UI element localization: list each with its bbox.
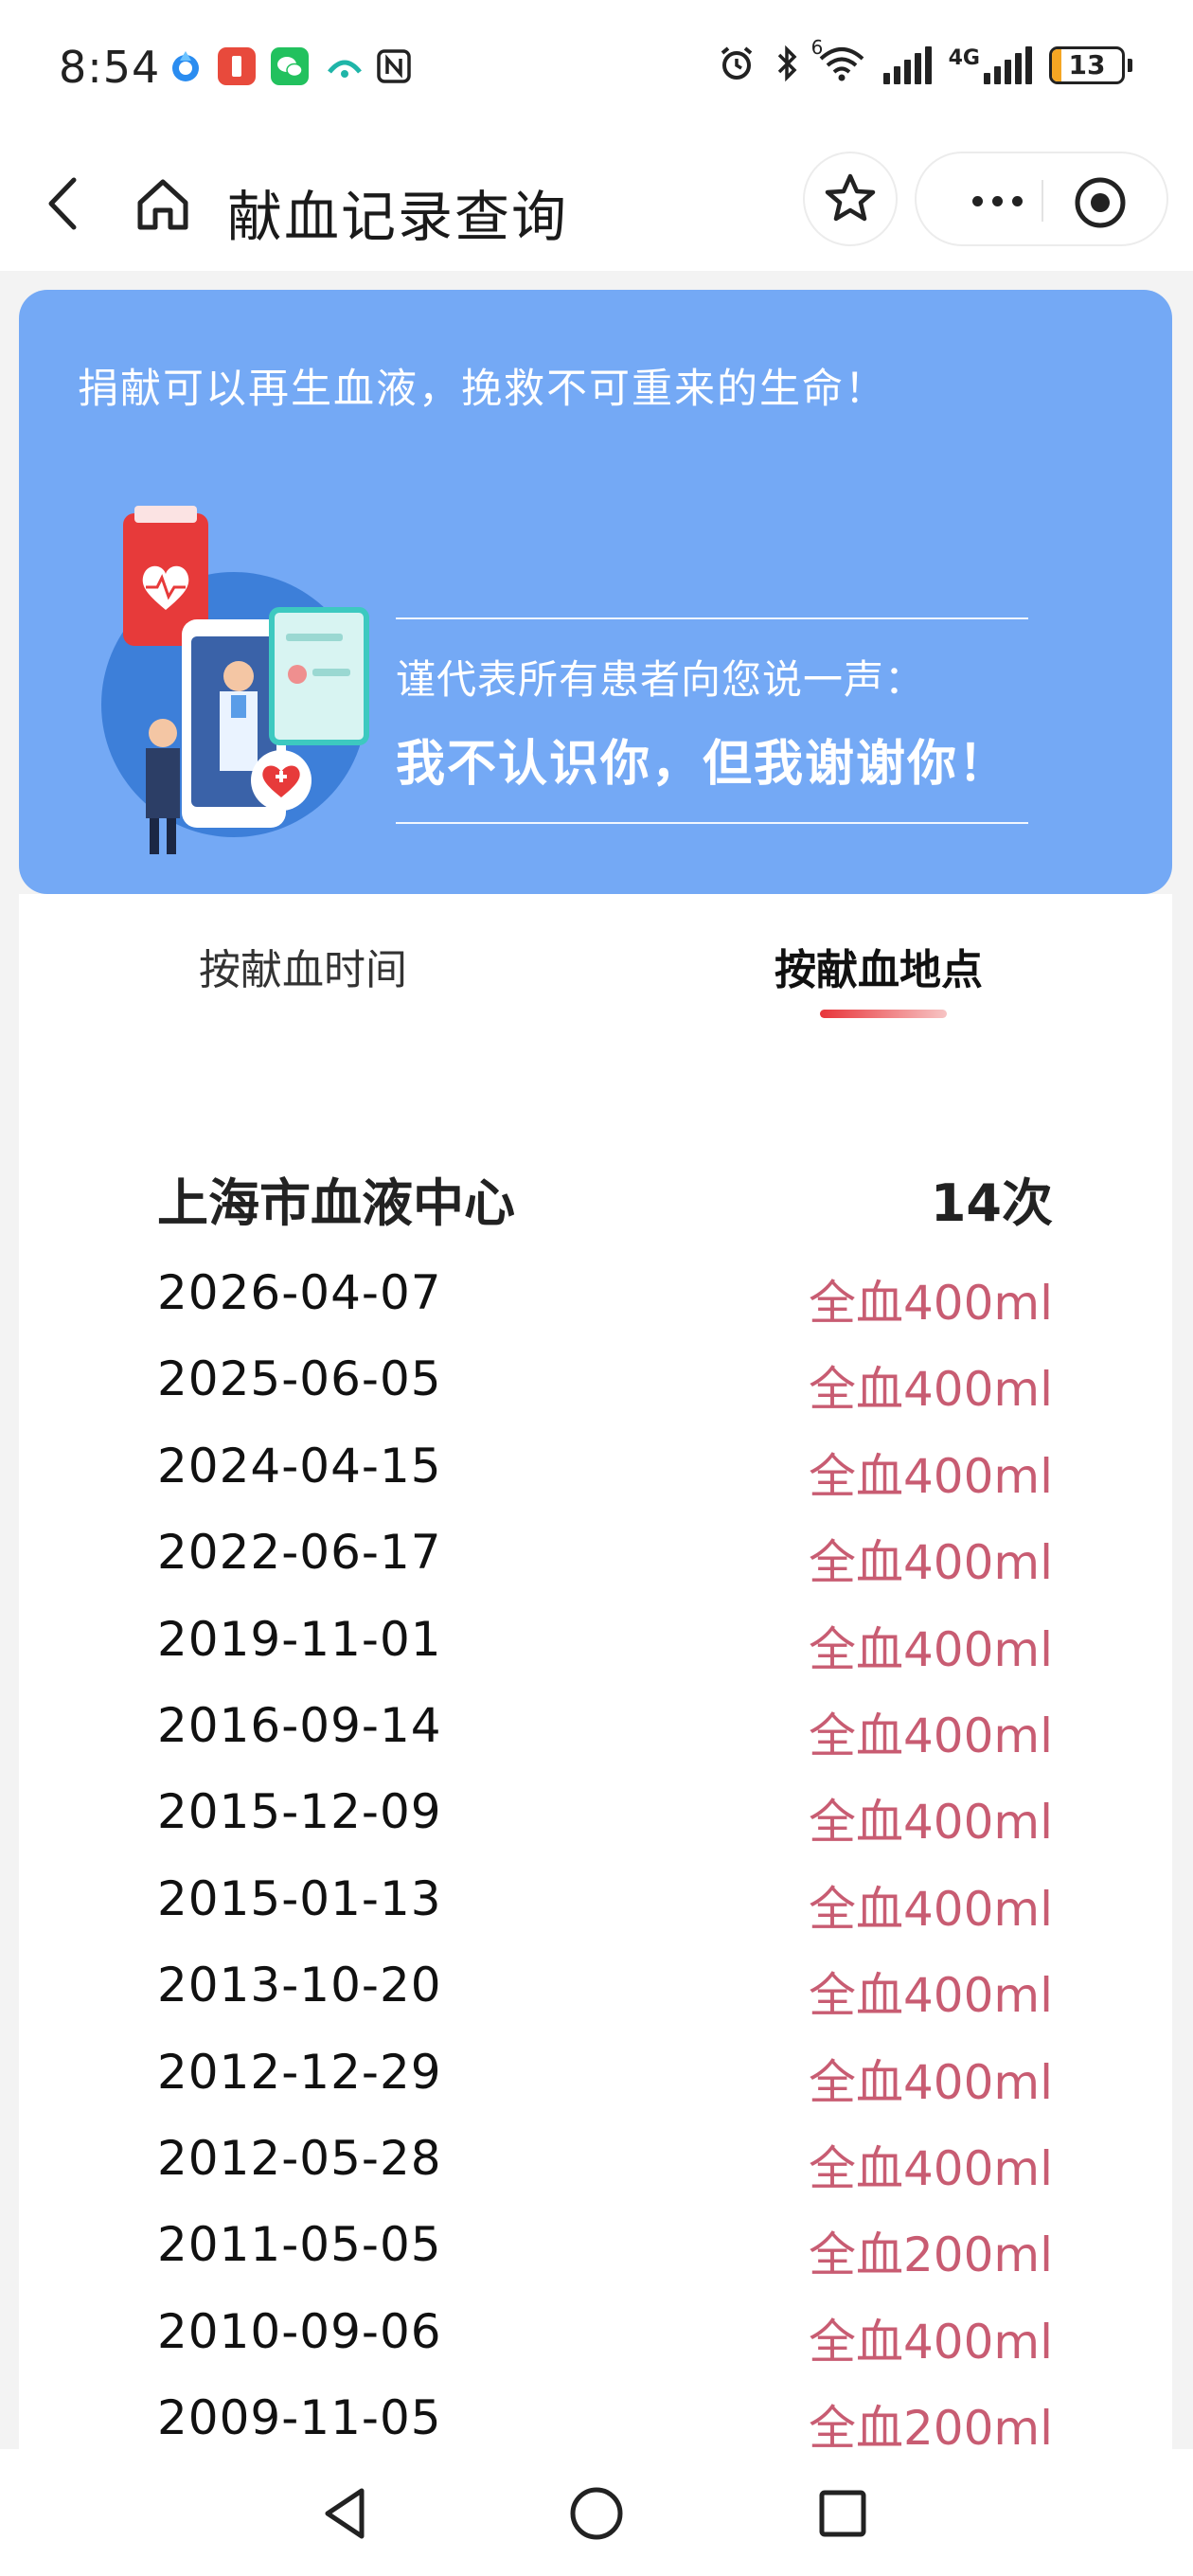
record-date: 2025-06-05: [157, 1351, 442, 1407]
record-volume: 全血400ml: [808, 2054, 1053, 2110]
page-title: 献血记录查询: [227, 185, 569, 249]
record-row: 2012-12-29 全血400ml: [157, 2039, 1053, 2125]
record-row: 2026-04-07 全血400ml: [157, 1260, 1053, 1346]
nav-recents-square-icon[interactable]: [812, 2483, 873, 2544]
donation-record-list: 2026-04-07 全血400ml 2025-06-05 全血400ml 2024-0…: [157, 1260, 1053, 2471]
nfc-icon: [375, 47, 413, 85]
record-volume: 全血400ml: [808, 1795, 1053, 1851]
record-row: 2015-12-09 全血400ml: [157, 1779, 1053, 1865]
location-group-header: 上海市血液中心 14次: [157, 1161, 1053, 1233]
record-date: 2012-05-28: [157, 2130, 442, 2186]
favorite-star-icon[interactable]: [803, 152, 898, 246]
record-volume: 全血400ml: [808, 1535, 1053, 1591]
record-volume: 全血400ml: [808, 1881, 1053, 1937]
capsule-divider: [1042, 180, 1043, 222]
record-row: 2025-06-05 全血400ml: [157, 1346, 1053, 1432]
record-row: 2016-09-14 全血400ml: [157, 1692, 1053, 1779]
record-volume: 全血400ml: [808, 1448, 1053, 1504]
record-date: 2015-12-09: [157, 1784, 442, 1840]
blood-donation-illustration: [78, 506, 390, 866]
status-bar: 8:54 6 4G 13: [0, 0, 1193, 133]
battery-icon: 13: [1049, 46, 1132, 84]
status-time: 8:54: [59, 42, 161, 93]
record-volume: 全血400ml: [808, 1276, 1053, 1331]
hero-banner: 捐献可以再生血液，挽救不可重来的生命！ 谨代表所有患者向您说一声： 我不认识你，…: [19, 290, 1172, 894]
record-volume: 全血400ml: [808, 2140, 1053, 2196]
nav-bar: 献血记录查询: [0, 133, 1193, 271]
record-row: 2015-01-13 全血400ml: [157, 1866, 1053, 1952]
red-app-icon: [218, 47, 256, 85]
banner-subtitle: 谨代表所有患者向您说一声：: [396, 656, 926, 703]
nav-back-triangle-icon[interactable]: [316, 2483, 377, 2544]
back-icon[interactable]: [36, 170, 93, 237]
record-row: 2011-05-05 全血200ml: [157, 2211, 1053, 2298]
wifi-label: 6: [810, 36, 824, 59]
record-date: 2026-04-07: [157, 1265, 442, 1320]
banner-headline: 我不认识你，但我谢谢你！: [396, 736, 1010, 793]
home-icon[interactable]: [133, 174, 193, 235]
record-row: 2012-05-28 全血400ml: [157, 2125, 1053, 2211]
banner-divider-bottom: [396, 822, 1028, 824]
record-date: 2024-04-15: [157, 1438, 442, 1494]
banner-slogan: 捐献可以再生血液，挽救不可重来的生命！: [78, 366, 887, 413]
record-volume: 全血400ml: [808, 1968, 1053, 2024]
record-row: 2022-06-17 全血400ml: [157, 1519, 1053, 1605]
active-tab-indicator: [820, 1010, 947, 1018]
location-name: 上海市血液中心: [157, 1173, 515, 1233]
record-volume: 全血400ml: [808, 2314, 1053, 2370]
record-row: 2010-09-06 全血400ml: [157, 2299, 1053, 2385]
record-date: 2010-09-06: [157, 2303, 442, 2359]
mini-program-capsule: [915, 152, 1168, 246]
records-card: 按献血时间 按献血地点 上海市血液中心 14次 2026-04-07 全血400m…: [19, 894, 1172, 2466]
record-row: 2019-11-01 全血400ml: [157, 1606, 1053, 1692]
tab-by-place[interactable]: 按献血地点: [775, 936, 983, 996]
record-date: 2013-10-20: [157, 1958, 442, 2013]
record-date: 2011-05-05: [157, 2217, 442, 2273]
avatar-app-icon: [326, 47, 364, 85]
close-target-icon[interactable]: [1072, 174, 1129, 231]
record-row: 2013-10-20 全血400ml: [157, 1952, 1053, 2038]
record-date: 2019-11-01: [157, 1611, 442, 1667]
record-volume: 全血400ml: [808, 1362, 1053, 1418]
battery-level: 13: [1068, 49, 1106, 80]
signal-icon: [882, 46, 932, 84]
record-row: 2024-04-15 全血400ml: [157, 1433, 1053, 1519]
wifi-icon: 6: [811, 36, 866, 87]
donation-count: 14次: [930, 1173, 1053, 1233]
record-volume: 全血400ml: [808, 1708, 1053, 1763]
bluetooth-icon: [774, 44, 800, 87]
wechat-icon: [271, 47, 309, 85]
record-volume: 全血200ml: [808, 2227, 1053, 2283]
record-volume: 全血400ml: [808, 1621, 1053, 1677]
record-date: 2016-09-14: [157, 1697, 442, 1753]
record-date: 2022-06-17: [157, 1525, 442, 1581]
record-date: 2015-01-13: [157, 1870, 442, 1926]
record-date: 2009-11-05: [157, 2390, 442, 2446]
status-right: 6 4G 13: [717, 36, 1132, 87]
tab-by-time[interactable]: 按献血时间: [199, 936, 407, 996]
nav-home-circle-icon[interactable]: [566, 2483, 627, 2544]
baidu-app-icon: [167, 47, 205, 85]
network-label: 4G: [948, 46, 980, 70]
alarm-icon: [717, 44, 757, 87]
system-navigation-bar: [0, 2449, 1193, 2576]
record-date: 2012-12-29: [157, 2044, 442, 2100]
banner-divider-top: [396, 617, 1028, 619]
4g-signal-icon: 4G: [949, 46, 1032, 84]
more-dots-icon[interactable]: [954, 172, 1040, 229]
